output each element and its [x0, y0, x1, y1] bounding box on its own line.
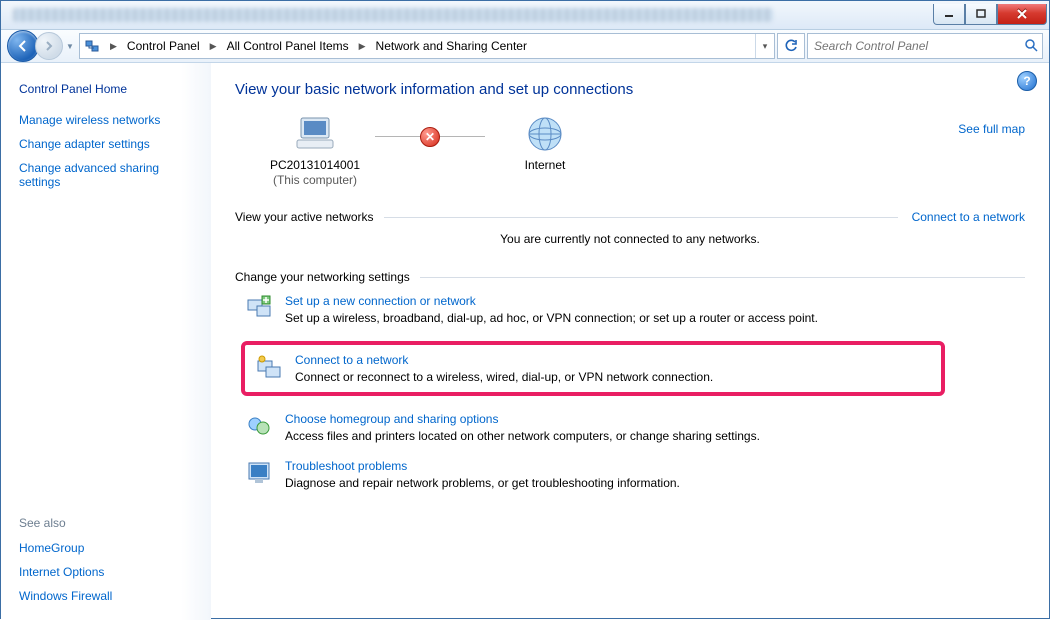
refresh-button[interactable] [777, 33, 805, 59]
sidebar-control-panel-home[interactable]: Control Panel Home [19, 82, 211, 96]
arrow-right-icon [43, 40, 55, 52]
see-full-map-link[interactable]: See full map [958, 122, 1025, 136]
minimize-icon [944, 9, 954, 19]
page-title: View your basic network information and … [235, 81, 1025, 98]
refresh-icon [784, 39, 798, 53]
sidebar-change-adapter[interactable]: Change adapter settings [19, 137, 211, 151]
setup-connection-icon [245, 294, 273, 322]
window: ▼ ▶ Control Panel ▶ All Control Panel It… [0, 0, 1050, 619]
node-this-computer: PC20131014001 (This computer) [255, 114, 375, 188]
task-setup-desc: Set up a wireless, broadband, dial-up, a… [285, 311, 818, 325]
task-connect-network[interactable]: Connect to a network Connect or reconnec… [241, 341, 945, 396]
divider [420, 277, 1025, 278]
body: Control Panel Home Manage wireless netwo… [1, 63, 1049, 620]
see-also-label: See also [19, 516, 211, 530]
task-troubleshoot-title[interactable]: Troubleshoot problems [285, 459, 407, 473]
active-networks-section: View your active networks Connect to a n… [235, 210, 1025, 224]
task-homegroup-title[interactable]: Choose homegroup and sharing options [285, 412, 498, 426]
sidebar-homegroup[interactable]: HomeGroup [19, 541, 211, 555]
divider [384, 217, 898, 218]
task-connect-desc: Connect or reconnect to a wireless, wire… [295, 370, 713, 384]
connect-network-icon [255, 353, 283, 381]
change-settings-label: Change your networking settings [235, 270, 410, 284]
maximize-icon [976, 9, 986, 19]
arrow-left-icon [16, 39, 30, 53]
task-connect-title[interactable]: Connect to a network [295, 353, 408, 367]
chevron-right-icon[interactable]: ▶ [353, 41, 372, 52]
homegroup-icon [245, 412, 273, 440]
connect-to-network-link[interactable]: Connect to a network [912, 210, 1025, 224]
node-internet-name: Internet [525, 158, 566, 173]
chevron-right-icon[interactable]: ▶ [204, 41, 223, 52]
help-button[interactable]: ? [1017, 71, 1037, 91]
navbar: ▼ ▶ Control Panel ▶ All Control Panel It… [1, 30, 1049, 63]
troubleshoot-icon [245, 459, 273, 487]
active-networks-label: View your active networks [235, 210, 374, 224]
map-connection-line: ✕ [375, 136, 485, 137]
sidebar-change-advanced-sharing[interactable]: Change advanced sharing settings [19, 161, 179, 189]
breadcrumb-mid[interactable]: All Control Panel Items [223, 39, 353, 53]
node-internet: Internet [485, 114, 605, 173]
main-panel: ? View your basic network information an… [211, 63, 1049, 620]
address-dropdown[interactable]: ▾ [755, 34, 774, 58]
titlebar [1, 1, 1049, 30]
minimize-button[interactable] [933, 4, 965, 25]
sidebar-manage-wireless[interactable]: Manage wireless networks [19, 113, 211, 127]
computer-icon [293, 114, 337, 154]
task-homegroup[interactable]: Choose homegroup and sharing options Acc… [245, 412, 1025, 443]
task-setup-connection[interactable]: Set up a new connection or network Set u… [245, 294, 1025, 325]
search-input[interactable] [808, 39, 1042, 53]
sidebar-windows-firewall[interactable]: Windows Firewall [19, 589, 211, 603]
not-connected-message: You are currently not connected to any n… [235, 232, 1025, 246]
breadcrumb: ▶ Control Panel ▶ All Control Panel Item… [104, 34, 531, 58]
nav-forward-button[interactable] [35, 32, 63, 60]
maximize-button[interactable] [965, 4, 997, 25]
window-title-blurred [13, 8, 773, 22]
node-pc-name: PC20131014001 [270, 158, 360, 172]
node-pc-sub: (This computer) [273, 173, 357, 187]
task-troubleshoot[interactable]: Troubleshoot problems Diagnose and repai… [245, 459, 1025, 490]
disconnected-icon: ✕ [420, 127, 440, 147]
chevron-right-icon[interactable]: ▶ [104, 41, 123, 52]
task-setup-title[interactable]: Set up a new connection or network [285, 294, 476, 308]
breadcrumb-leaf[interactable]: Network and Sharing Center [372, 39, 531, 53]
sidebar: Control Panel Home Manage wireless netwo… [1, 63, 211, 620]
close-button[interactable] [997, 4, 1047, 25]
window-controls [933, 4, 1047, 25]
address-bar[interactable]: ▶ Control Panel ▶ All Control Panel Item… [79, 33, 775, 59]
task-homegroup-desc: Access files and printers located on oth… [285, 429, 760, 443]
sidebar-internet-options[interactable]: Internet Options [19, 565, 211, 579]
search-box[interactable] [807, 33, 1043, 59]
task-troubleshoot-desc: Diagnose and repair network problems, or… [285, 476, 680, 490]
close-icon [1016, 9, 1028, 19]
breadcrumb-root[interactable]: Control Panel [123, 39, 204, 53]
search-icon[interactable] [1024, 38, 1038, 55]
globe-icon [523, 114, 567, 154]
nav-history-dropdown[interactable]: ▼ [63, 32, 77, 60]
network-map: PC20131014001 (This computer) ✕ Internet [235, 114, 1025, 188]
change-settings-section: Change your networking settings [235, 270, 1025, 284]
network-center-icon [84, 38, 100, 54]
